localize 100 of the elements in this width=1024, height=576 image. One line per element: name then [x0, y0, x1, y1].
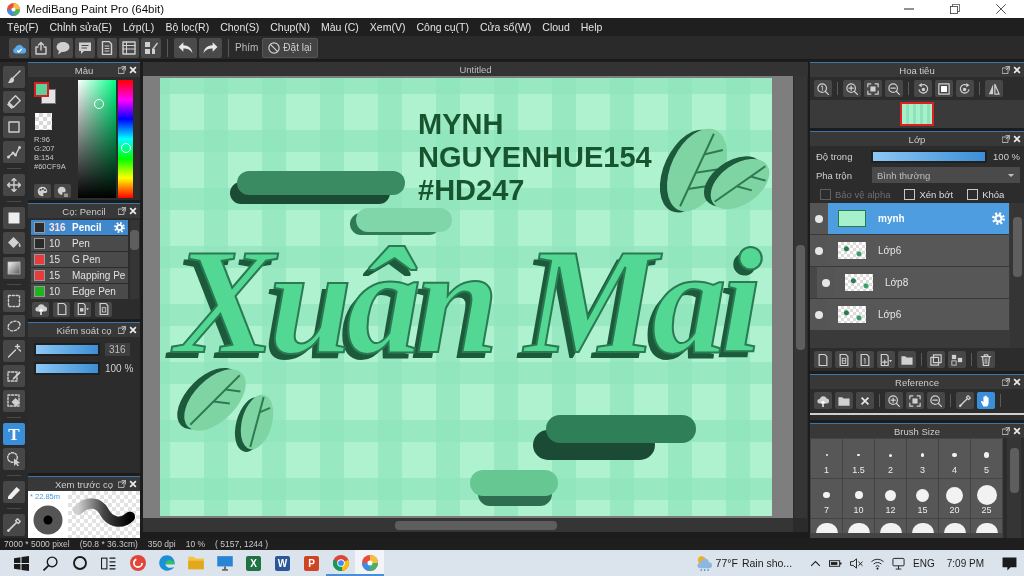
- hue-slider[interactable]: [118, 80, 133, 198]
- brush-size-button[interactable]: 15: [907, 479, 938, 518]
- brush-size-button[interactable]: 1.5: [843, 439, 874, 478]
- navigator-button[interactable]: [864, 80, 882, 97]
- tool-button[interactable]: [3, 315, 25, 337]
- tool-button[interactable]: [3, 514, 25, 536]
- reference-tool-button[interactable]: [856, 392, 874, 409]
- comment-button[interactable]: [75, 37, 95, 58]
- brush-settings-button[interactable]: [95, 301, 112, 317]
- brush-size-button[interactable]: 2: [875, 439, 906, 478]
- reference-tool-button[interactable]: [956, 392, 974, 409]
- layer-action-button[interactable]: [856, 351, 874, 368]
- close-icon[interactable]: [1013, 427, 1021, 435]
- brush-size-button[interactable]: 4: [939, 439, 970, 478]
- reset-button[interactable]: Đặt lại: [262, 37, 318, 58]
- navigator-button[interactable]: [843, 80, 861, 97]
- tool-button[interactable]: [3, 174, 25, 196]
- close-icon[interactable]: [129, 66, 137, 74]
- wifi-icon[interactable]: [871, 556, 885, 570]
- foreground-color-swatch[interactable]: [34, 82, 49, 97]
- brush-size-button[interactable]: 7: [811, 479, 842, 518]
- brush-size-button[interactable]: 10: [843, 479, 874, 518]
- table-button[interactable]: [119, 37, 139, 58]
- grid-pencil-button[interactable]: [141, 37, 161, 58]
- visibility-dot-icon[interactable]: [815, 214, 823, 223]
- menu-item[interactable]: Công cụ(T): [416, 21, 469, 33]
- navigator-button[interactable]: [914, 80, 932, 97]
- menu-item[interactable]: Xem(V): [369, 21, 406, 33]
- taskbar-app-button[interactable]: X: [239, 550, 268, 576]
- reference-tool-button[interactable]: [885, 392, 903, 409]
- new-brush-button[interactable]: [53, 301, 70, 317]
- navigator-button[interactable]: [985, 80, 1003, 97]
- brush-item[interactable]: 316 Pencil: [31, 220, 129, 235]
- brush-menu-button[interactable]: [74, 301, 91, 317]
- navigator-button[interactable]: [885, 80, 903, 97]
- tool-button[interactable]: [3, 390, 25, 412]
- reference-tool-button[interactable]: [814, 392, 832, 409]
- scrollbar-thumb[interactable]: [796, 245, 805, 350]
- tool-button[interactable]: [3, 232, 25, 254]
- brush-item[interactable]: 10 Edge Pen: [31, 284, 129, 299]
- notification-icon[interactable]: [1002, 555, 1017, 571]
- tool-button[interactable]: [3, 257, 25, 279]
- navigator-button[interactable]: [956, 80, 974, 97]
- screen-icon[interactable]: [892, 556, 906, 570]
- menu-item[interactable]: Lớp(L): [122, 21, 155, 33]
- brush-item[interactable]: 10 Pen: [31, 236, 129, 251]
- pop-out-icon[interactable]: [118, 207, 126, 215]
- layer-action-button[interactable]: [814, 351, 832, 368]
- blend-mode-dropdown[interactable]: Bình thường: [872, 167, 1020, 183]
- visibility-dot-icon[interactable]: [815, 246, 823, 255]
- layer-action-button[interactable]: [835, 351, 853, 368]
- scrollbar-thumb[interactable]: [130, 230, 140, 250]
- menu-item[interactable]: Chụp(N): [270, 21, 310, 33]
- weather-condition[interactable]: Rain sho...: [741, 557, 793, 569]
- share-button[interactable]: [31, 37, 51, 58]
- menu-item[interactable]: Cửa sổ(W): [479, 21, 532, 33]
- document-button[interactable]: [97, 37, 117, 58]
- redo-button[interactable]: [199, 37, 222, 58]
- menu-item[interactable]: Bộ lọc(R): [165, 21, 210, 33]
- upload-button[interactable]: [32, 301, 49, 317]
- pop-out-icon[interactable]: [118, 480, 126, 488]
- brush-item[interactable]: 15 G Pen: [31, 252, 129, 267]
- visibility-dot-icon[interactable]: [815, 310, 823, 319]
- taskbar-app-button[interactable]: W: [268, 550, 297, 576]
- palette-button[interactable]: [34, 184, 51, 198]
- gear-icon[interactable]: [992, 212, 1005, 225]
- scrollbar-track[interactable]: [130, 220, 140, 299]
- tool-button[interactable]: [3, 116, 25, 138]
- weather-temperature[interactable]: 77°F: [715, 557, 738, 569]
- clock-time[interactable]: 7:09 PM: [946, 557, 984, 569]
- undo-button[interactable]: [174, 37, 197, 58]
- layer-action-button[interactable]: [948, 351, 966, 368]
- close-icon[interactable]: [129, 207, 137, 215]
- speaker-muted-icon[interactable]: [850, 556, 864, 570]
- text-tool-button[interactable]: T: [3, 423, 25, 445]
- visibility-dot-icon[interactable]: [822, 278, 830, 287]
- scrollbar-track[interactable]: [1007, 438, 1021, 538]
- navigator-button[interactable]: [935, 80, 953, 97]
- document-tab[interactable]: Untitled: [459, 63, 492, 75]
- reference-tool-button[interactable]: [977, 392, 995, 409]
- close-icon[interactable]: [129, 326, 137, 334]
- menu-item[interactable]: Tệp(F): [7, 21, 39, 33]
- brush-size-field[interactable]: 316: [105, 343, 130, 356]
- scrollbar-track[interactable]: [143, 518, 793, 532]
- brush-size-button[interactable]: 5: [971, 439, 1002, 478]
- tool-button[interactable]: [3, 207, 25, 229]
- reference-tool-button[interactable]: [927, 392, 945, 409]
- navigator-thumbnail[interactable]: [900, 102, 934, 126]
- brush-item[interactable]: 15 Mapping Pe: [31, 268, 129, 283]
- transparent-swatch[interactable]: [35, 113, 52, 130]
- tool-button[interactable]: [3, 290, 25, 312]
- language-indicator[interactable]: ENG: [913, 557, 935, 569]
- tool-button[interactable]: [3, 365, 25, 387]
- layer-action-button[interactable]: [977, 351, 995, 368]
- layer-action-button[interactable]: [877, 351, 895, 368]
- cloud-button[interactable]: [9, 37, 29, 58]
- scrollbar-thumb[interactable]: [1012, 217, 1022, 277]
- pop-out-icon[interactable]: [1002, 66, 1010, 74]
- tool-button[interactable]: [3, 448, 25, 470]
- close-icon[interactable]: [1013, 135, 1021, 143]
